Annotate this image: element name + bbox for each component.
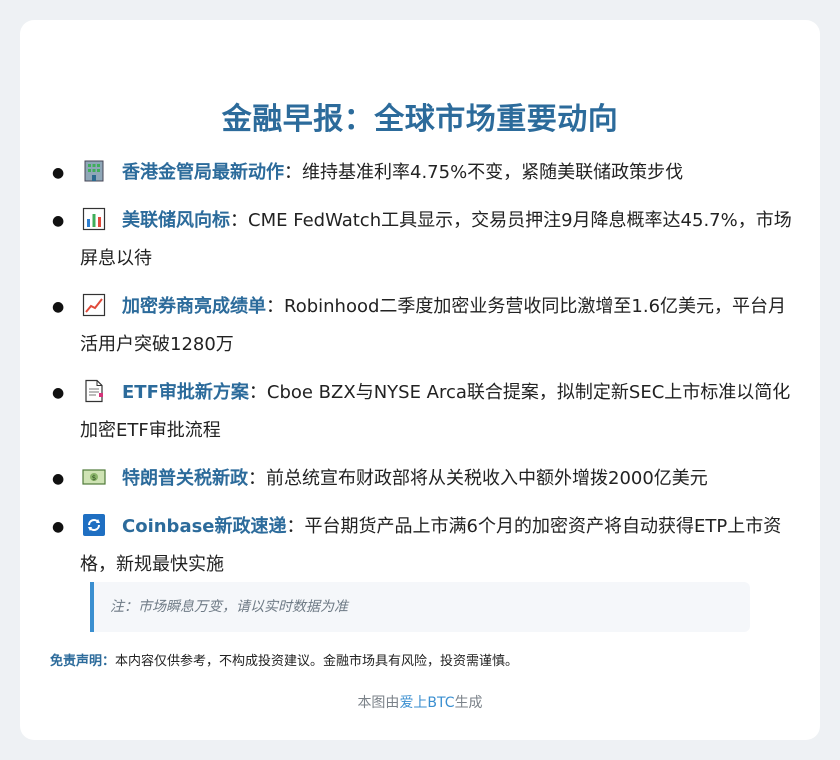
note-callout: 注：市场瞬息万变，请以实时数据为准 bbox=[90, 582, 750, 632]
disclaimer-text: 本内容仅供参考，不构成投资建议。金融市场具有风险，投资需谨慎。 bbox=[115, 654, 519, 669]
bullet-icon: ● bbox=[52, 165, 65, 181]
bar-chart-icon bbox=[82, 207, 106, 231]
list-item: ● Coinbase新政速递：平台期货产品上市满6个月的加密资产将自动获得ETP… bbox=[52, 508, 792, 584]
footer-link[interactable]: 爱上BTC bbox=[399, 695, 454, 711]
item-body: 前总统宣布财政部将从关税收入中额外增拨2000亿美元 bbox=[266, 468, 708, 489]
svg-text:$: $ bbox=[92, 474, 96, 482]
item-headline: 美联储风向标 bbox=[122, 210, 230, 231]
footer-suffix: 生成 bbox=[454, 695, 483, 711]
list-item: ● $ 特朗普关税新政：前总统宣布财政部将从关税收入中额外增拨2000亿美元 bbox=[52, 460, 792, 498]
news-list: ● 香港金管局最新动作：维持基准利率4.75%不变，紧随美联储政策步伐 ● 美联… bbox=[52, 154, 792, 584]
item-headline: 香港金管局最新动作 bbox=[122, 162, 284, 183]
page-title: 金融早报：全球市场重要动向 bbox=[221, 102, 619, 137]
item-separator: ： bbox=[266, 296, 284, 317]
bullet-icon: ● bbox=[52, 213, 65, 229]
document-icon bbox=[82, 379, 106, 403]
item-headline: 加密券商亮成绩单 bbox=[122, 296, 266, 317]
dollar-banknote-icon: $ bbox=[82, 465, 106, 489]
bullet-icon: ● bbox=[52, 471, 65, 487]
disclaimer-label: 免责声明： bbox=[50, 654, 116, 669]
item-separator: ： bbox=[248, 382, 267, 403]
item-body: 维持基准利率4.75%不变，紧随美联储政策步伐 bbox=[302, 162, 684, 183]
office-building-icon bbox=[82, 159, 106, 183]
report-card: 金融早报：全球市场重要动向 ● 香港金管局最新动作：维持基准利率4.75%不变，… bbox=[20, 20, 820, 740]
list-item: ● 香港金管局最新动作：维持基准利率4.75%不变，紧随美联储政策步伐 bbox=[52, 154, 792, 192]
chart-increasing-icon bbox=[82, 293, 106, 317]
item-headline: 特朗普关税新政 bbox=[122, 468, 248, 489]
list-item: ● 加密券商亮成绩单：Robinhood二季度加密业务营收同比激增至1.6亿美元… bbox=[52, 288, 792, 364]
item-separator: ： bbox=[284, 162, 302, 183]
bullet-icon: ● bbox=[52, 299, 65, 315]
refresh-arrows-icon bbox=[82, 513, 106, 537]
item-headline: ETF审批新方案 bbox=[122, 382, 249, 403]
footer-prefix: 本图由 bbox=[357, 695, 400, 711]
disclaimer: 免责声明：本内容仅供参考，不构成投资建议。金融市场具有风险，投资需谨慎。 bbox=[50, 650, 518, 669]
item-separator: ： bbox=[248, 468, 266, 489]
bullet-icon: ● bbox=[52, 385, 65, 401]
list-item: ● 美联储风向标：CME FedWatch工具显示，交易员押注9月降息概率达45… bbox=[52, 202, 792, 278]
list-item: ● ETF审批新方案：Cboe BZX与NYSE Arca联合提案，拟制定新SE… bbox=[52, 374, 792, 450]
item-headline: Coinbase新政速递 bbox=[122, 516, 287, 537]
item-separator: ： bbox=[230, 210, 248, 231]
item-separator: ： bbox=[286, 516, 305, 537]
footer: 本图由爱上BTC生成 bbox=[20, 692, 820, 712]
bullet-icon: ● bbox=[52, 519, 65, 535]
